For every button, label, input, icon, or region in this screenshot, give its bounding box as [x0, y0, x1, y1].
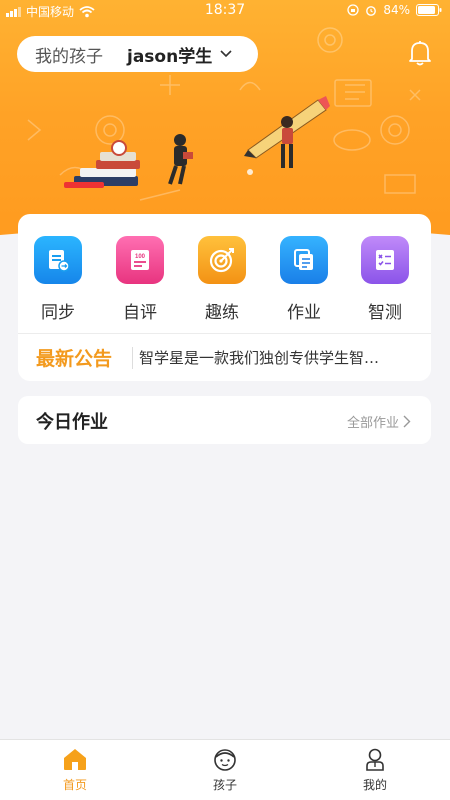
child-name: jason学生	[127, 46, 213, 67]
battery-icon	[416, 4, 442, 16]
homework-icon	[280, 236, 328, 284]
bell-icon[interactable]	[408, 40, 432, 66]
tab-label: 孩子	[212, 778, 237, 792]
today-homework-section: 今日作业 全部作业	[18, 396, 431, 444]
target-icon	[198, 236, 246, 284]
feature-sync[interactable]: 同步	[25, 236, 91, 326]
child-selector[interactable]: 我的孩子 jason学生	[17, 36, 258, 72]
feature-label: 自评	[123, 303, 157, 323]
feature-label: 趣练	[205, 303, 239, 323]
feature-label: 作业	[287, 303, 321, 323]
all-homework-link[interactable]: 全部作业	[347, 412, 411, 431]
pencil-student-illustration	[244, 96, 330, 168]
books-illustration	[64, 140, 140, 188]
tab-profile[interactable]: 我的	[335, 747, 415, 797]
chevron-right-icon	[403, 415, 411, 428]
chevron-down-icon	[220, 50, 232, 58]
feature-smart-test[interactable]: 智测	[352, 236, 418, 326]
all-homework-label: 全部作业	[346, 416, 399, 431]
feature-self-eval[interactable]: 100 自评	[107, 236, 173, 326]
smart-test-icon	[361, 236, 409, 284]
home-screen: 中国移动 18:37 84% 我的孩子 jason学生 同步 100 自评 趣练…	[0, 0, 450, 800]
tab-child[interactable]: 孩子	[185, 747, 265, 797]
battery-percent: 84%	[383, 3, 410, 17]
announcement-bar[interactable]: 最新公告 智学星是一款我们独创专供学生智…	[18, 334, 431, 381]
sync-book-icon	[34, 236, 82, 284]
today-homework-title: 今日作业	[36, 412, 108, 433]
feature-homework[interactable]: 作业	[271, 236, 337, 326]
announcement-separator	[132, 347, 133, 369]
feature-practice[interactable]: 趣练	[189, 236, 255, 326]
tab-label: 我的	[362, 778, 387, 792]
feature-label: 智测	[368, 303, 402, 323]
alarm-icon	[366, 6, 377, 16]
features-card: 同步 100 自评 趣练 作业 智测 最新公告 智学星是一款我们独创专供学生智…	[18, 214, 431, 381]
status-bar: 中国移动 18:37 84%	[0, 0, 450, 22]
announcement-tag: 最新公告	[36, 348, 113, 370]
self-eval-icon: 100	[116, 236, 164, 284]
profile-icon	[366, 748, 384, 771]
child-icon	[214, 749, 236, 771]
child-selector-label: 我的孩子	[35, 46, 103, 67]
home-icon	[64, 749, 86, 770]
rotation-lock-icon	[347, 4, 359, 16]
tab-label: 首页	[62, 778, 87, 792]
tab-home[interactable]: 首页	[35, 747, 115, 797]
feature-label: 同步	[41, 303, 75, 323]
announcement-text: 智学星是一款我们独创专供学生智…	[139, 349, 380, 367]
reading-student-illustration	[168, 134, 193, 185]
feature-grid: 同步 100 自评 趣练 作业 智测	[18, 236, 431, 326]
self-eval-score: 100	[135, 254, 146, 260]
bottom-tab-bar: 首页 孩子 我的	[0, 739, 450, 800]
